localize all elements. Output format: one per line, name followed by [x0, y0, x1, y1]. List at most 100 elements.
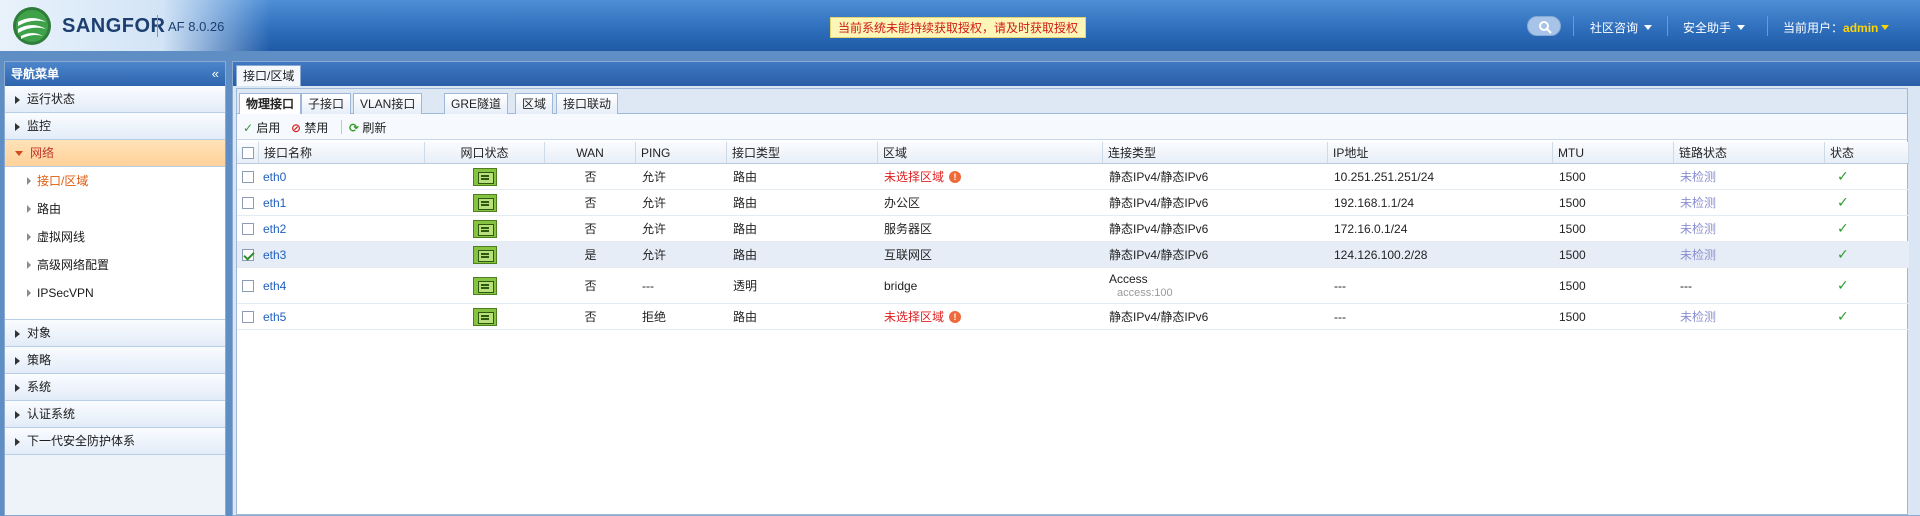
col-type[interactable]: 接口类型 [727, 142, 878, 163]
user-menu[interactable]: 当前用户：admin [1783, 19, 1890, 36]
disable-button[interactable]: ⊘ 禁用 [291, 119, 328, 136]
cell-name: eth1 [259, 190, 425, 215]
nav-group-auth[interactable]: 认证系统 [5, 401, 225, 428]
main-panel: 接口/区域 物理接口 子接口 VLAN接口 GRE隧道 区域 接口联动 ✓ 启用… [232, 61, 1920, 516]
tab-vlan-interface[interactable]: VLAN接口 [353, 93, 423, 114]
nav-group-label: 监控 [27, 119, 52, 133]
cell-mtu: 1500 [1559, 278, 1586, 293]
cell-conn-type: Access access:100 [1103, 268, 1328, 303]
search-button[interactable] [1527, 16, 1561, 36]
cell-mtu: 1500 [1559, 309, 1586, 324]
chevron-right-icon [15, 330, 20, 338]
ethernet-port-icon [473, 276, 497, 295]
row-select-cell [237, 304, 259, 329]
nav-group-label: 认证系统 [27, 407, 76, 421]
enable-button[interactable]: ✓ 启用 [243, 119, 280, 136]
logo-area: SANGFOR AF 8.0.26 [0, 0, 270, 51]
refresh-button[interactable]: ⟳ 刷新 [349, 119, 386, 136]
row-checkbox[interactable] [242, 170, 254, 183]
interface-link[interactable]: eth3 [263, 248, 286, 262]
check-icon: ✓ [1837, 194, 1849, 210]
row-checkbox[interactable] [242, 279, 254, 292]
cell-ip: 10.251.251.251/24 [1334, 169, 1435, 184]
col-conn-type[interactable]: 连接类型 [1103, 142, 1328, 163]
table-row[interactable]: eth0 否 允许 路由 未选择区域! 静态IPv4/静态IPv6 10.251.251.2… [237, 164, 1909, 190]
sidebar-item-virtual-wire[interactable]: 虚拟网线 [5, 223, 225, 251]
col-link-status[interactable]: 链路状态 [1674, 142, 1825, 163]
col-mtu[interactable]: MTU [1553, 142, 1674, 163]
enable-label: 启用 [256, 121, 281, 135]
check-icon: ✓ [1837, 220, 1849, 236]
interface-link[interactable]: eth4 [263, 279, 286, 293]
nav-group-ngsec[interactable]: 下一代安全防护体系 [5, 428, 225, 455]
disable-label: 禁用 [304, 121, 329, 135]
row-select-cell [237, 190, 259, 215]
cell-port-status [425, 190, 545, 215]
table-row[interactable]: eth4 否 --- 透明 bridge Access access:100 --- 1500 -… [237, 268, 1909, 304]
tab-zone[interactable]: 区域 [515, 93, 554, 114]
nav-group-objects[interactable]: 对象 [5, 320, 225, 347]
nav-group-policy[interactable]: 策略 [5, 347, 225, 374]
brand-divider [157, 15, 158, 37]
nav-group-system[interactable]: 系统 [5, 374, 225, 401]
tab-interface-zone[interactable]: 接口/区域 [236, 65, 302, 86]
interface-link[interactable]: eth1 [263, 196, 286, 210]
nav-group-network[interactable]: 网络 [5, 140, 225, 167]
cell-ip: --- [1334, 278, 1346, 293]
chevron-down-icon [1881, 25, 1890, 30]
row-checkbox[interactable] [242, 248, 254, 261]
col-wan[interactable]: WAN [545, 142, 636, 163]
conn-type-label: Access [1109, 271, 1148, 286]
chevron-right-icon [27, 205, 31, 213]
table-row[interactable]: eth1 否 允许 路由 办公区 静态IPv4/静态IPv6 192.168.1.1/24 1… [237, 190, 1909, 216]
interface-link[interactable]: eth5 [263, 310, 286, 324]
cell-mtu: 1500 [1559, 221, 1586, 236]
sidebar-item-advanced-network[interactable]: 高级网络配置 [5, 251, 225, 279]
community-menu[interactable]: 社区咨询 [1590, 19, 1653, 36]
col-status[interactable]: 状态 [1825, 142, 1909, 163]
col-zone[interactable]: 区域 [878, 142, 1103, 163]
col-port-status[interactable]: 网口状态 [425, 142, 545, 163]
row-checkbox[interactable] [242, 196, 254, 209]
cell-wan: 否 [584, 196, 597, 210]
sidebar-item-interface-zone[interactable]: 接口/区域 [5, 167, 225, 195]
cell-zone: 未选择区域! [878, 164, 1103, 189]
col-ip[interactable]: IP地址 [1328, 142, 1553, 163]
nav-group-status[interactable]: 运行状态 [5, 86, 225, 113]
col-ping[interactable]: PING [636, 142, 727, 163]
col-name[interactable]: 接口名称 [259, 142, 425, 163]
interface-link[interactable]: eth2 [263, 222, 286, 236]
sidebar-item-label: 接口/区域 [37, 174, 89, 188]
nav-group-monitor[interactable]: 监控 [5, 113, 225, 140]
check-icon: ✓ [1837, 168, 1849, 184]
sidebar-item-routing[interactable]: 路由 [5, 195, 225, 223]
row-checkbox[interactable] [242, 310, 254, 323]
sidebar: 导航菜单 « 运行状态 监控 网络 接口/区域 路由 虚拟网线 高级网络配置 I… [4, 61, 226, 516]
select-all-checkbox[interactable] [242, 146, 254, 159]
sidebar-item-label: 高级网络配置 [37, 258, 110, 272]
sidebar-item-label: IPSecVPN [37, 286, 94, 300]
cell-status: ✓ [1825, 242, 1909, 267]
tab-interface-linkage[interactable]: 接口联动 [556, 93, 619, 114]
row-select-cell [237, 216, 259, 241]
table-row[interactable]: eth3 是 允许 路由 互联网区 静态IPv4/静态IPv6 124.126.100.2/… [237, 242, 1909, 268]
sidebar-item-ipsecvpn[interactable]: IPSecVPN [5, 279, 225, 307]
tab-physical-interface[interactable]: 物理接口 [239, 93, 302, 115]
row-select-cell [237, 268, 259, 303]
chevron-right-icon [15, 438, 20, 446]
cell-type: 路由 [733, 222, 758, 236]
ethernet-port-icon [473, 219, 497, 238]
security-assistant-menu[interactable]: 安全助手 [1683, 19, 1746, 36]
check-icon: ✓ [1837, 308, 1849, 324]
cell-conn-type: 静态IPv4/静态IPv6 [1103, 242, 1328, 267]
zone-label: bridge [884, 278, 918, 293]
collapse-sidebar-icon[interactable]: « [212, 62, 219, 86]
tab-sub-interface[interactable]: 子接口 [301, 93, 352, 114]
check-icon: ✓ [1837, 277, 1849, 293]
table-row[interactable]: eth2 否 允许 路由 服务器区 静态IPv4/静态IPv6 172.16.0.1/24 1… [237, 216, 1909, 242]
cell-type: 路由 [733, 196, 758, 210]
row-checkbox[interactable] [242, 222, 254, 235]
tab-gre-tunnel[interactable]: GRE隧道 [444, 93, 509, 114]
interface-link[interactable]: eth0 [263, 170, 286, 184]
table-row[interactable]: eth5 否 拒绝 路由 未选择区域! 静态IPv4/静态IPv6 --- 1500 未检测 ✓ [237, 304, 1909, 330]
